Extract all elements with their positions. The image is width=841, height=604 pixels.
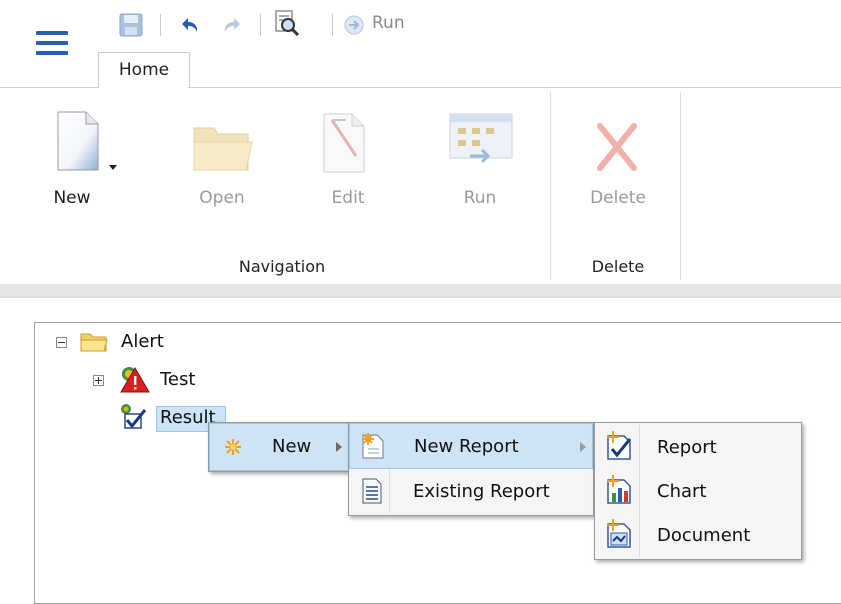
group-separator [680, 92, 681, 280]
submenu-new: New Report Existing Report [348, 422, 594, 516]
menu-item-chart-label: Chart [657, 481, 707, 502]
new-report-icon [362, 433, 384, 459]
toolbar-separator [260, 14, 261, 36]
hamburger-line [36, 51, 68, 55]
open-folder-icon [193, 127, 253, 171]
undo-button[interactable] [176, 12, 202, 42]
group-label-navigation: Navigation [238, 257, 326, 276]
run-label-ribbon: Run [463, 188, 497, 208]
delete-label: Delete [590, 188, 646, 208]
save-button[interactable] [118, 12, 144, 42]
toolbar-separator [160, 14, 161, 36]
new-label: New [53, 188, 91, 208]
edit-label: Edit [331, 188, 365, 208]
redo-icon [224, 18, 240, 32]
tree-item-alert[interactable]: Alert [121, 331, 164, 352]
context-menu: New [208, 422, 350, 472]
menu-item-new-label: New [272, 436, 312, 457]
tree-item-test[interactable]: Test [160, 369, 195, 390]
menu-item-document-label: Document [657, 525, 751, 546]
save-icon [119, 13, 143, 37]
menu-item-report[interactable]: Report [595, 425, 801, 471]
collapse-toggle[interactable] [56, 337, 67, 348]
expand-toggle[interactable] [93, 375, 104, 386]
new-star-icon [225, 439, 241, 455]
ribbon-bottom-bar [0, 284, 841, 296]
preview-button[interactable] [272, 8, 302, 42]
result-icon [121, 404, 147, 429]
menu-item-existing-report[interactable]: Existing Report [349, 469, 593, 515]
ribbon-shadow [0, 296, 841, 298]
ribbon [0, 88, 841, 284]
undo-icon [182, 18, 198, 32]
delete-button[interactable]: Delete [578, 110, 658, 220]
redo-button[interactable] [220, 12, 246, 42]
run-button[interactable]: Run [440, 110, 520, 220]
submenu-arrow-icon [336, 442, 342, 452]
preview-icon [275, 10, 300, 37]
run-button-quick[interactable] [342, 13, 368, 41]
delete-x-icon [597, 123, 637, 171]
menu-item-new-report-label: New Report [414, 436, 519, 457]
new-document-icon [57, 111, 99, 171]
menu-item-report-label: Report [657, 437, 717, 458]
group-separator [550, 92, 551, 280]
menu-item-new-report[interactable]: New Report [349, 423, 593, 469]
open-label: Open [199, 188, 245, 208]
menu-item-existing-report-label: Existing Report [413, 481, 550, 502]
dropdown-arrow-icon[interactable] [108, 164, 118, 172]
new-button[interactable]: New [44, 110, 124, 220]
submenu-arrow-icon [580, 442, 586, 452]
edit-button[interactable]: Edit [308, 110, 388, 220]
menu-item-document[interactable]: Document [595, 513, 801, 559]
hamburger-line [36, 41, 68, 45]
chart-icon [607, 475, 631, 504]
menu-item-new[interactable]: New [209, 423, 349, 471]
hamburger-line [36, 31, 68, 35]
menu-item-chart[interactable]: Chart [595, 469, 801, 515]
folder-icon [80, 333, 108, 352]
report-icon [607, 431, 632, 460]
run-report-icon [449, 113, 513, 164]
open-button[interactable]: Open [182, 110, 262, 220]
tab-home[interactable]: Home [98, 52, 190, 89]
main-menu-button[interactable] [36, 31, 68, 57]
group-label-delete: Delete [591, 257, 645, 276]
toolbar-separator [332, 14, 333, 36]
edit-document-icon [323, 113, 365, 173]
alert-icon [120, 367, 150, 393]
run-label: Run [372, 13, 405, 33]
existing-report-icon [362, 478, 382, 504]
document-icon [607, 519, 631, 548]
run-icon [344, 15, 364, 35]
submenu-new-report: Report Chart Document [594, 422, 802, 560]
